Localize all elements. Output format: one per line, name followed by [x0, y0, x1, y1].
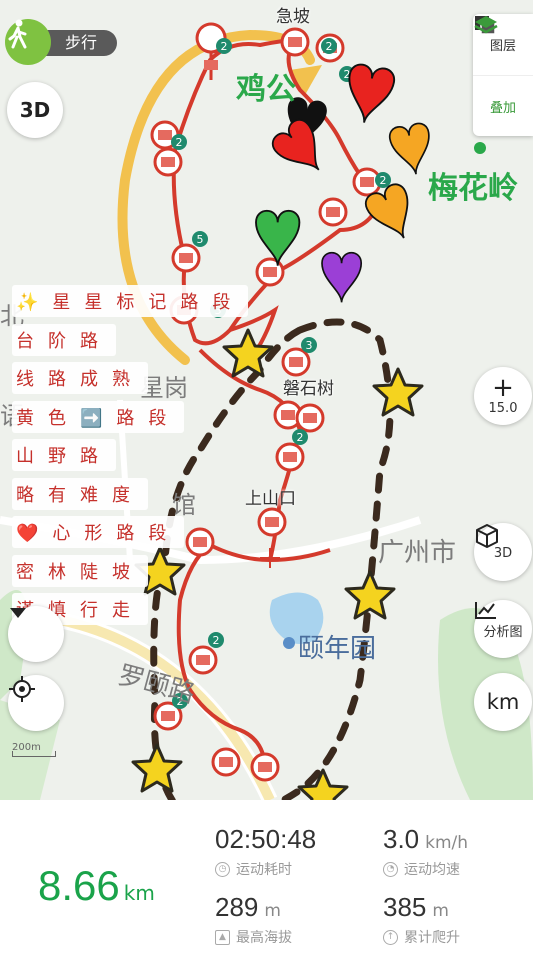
legend-item: ✨星星标记路段	[12, 285, 249, 318]
legend-item: 台阶路	[12, 323, 116, 356]
photo-pin[interactable]	[275, 442, 305, 472]
svg-text:2: 2	[221, 40, 228, 53]
legend-item: 山野路	[12, 439, 116, 472]
poi-icon	[283, 637, 295, 649]
climb-value: 385	[383, 892, 427, 922]
chart-icon	[475, 602, 496, 619]
svg-text:2: 2	[380, 174, 387, 187]
map-view[interactable]: 2 2 2 2 2 5 3 3 2 2 2 急坡	[0, 0, 533, 800]
heart-green	[255, 209, 301, 266]
altitude-value: 289	[215, 892, 259, 922]
chevron-down-icon	[10, 608, 26, 618]
altitude-label: 最高海拔	[236, 930, 292, 946]
photo-pin[interactable]	[171, 243, 201, 273]
star-marker	[344, 570, 396, 620]
pin-count-badge: 2	[171, 134, 187, 150]
zoom-plus-icon: +	[492, 372, 514, 403]
overlay-button[interactable]: 叠加	[473, 16, 533, 136]
zoom-level-control[interactable]: + 15.0	[474, 367, 532, 425]
speed-label: 运动均速	[404, 862, 460, 878]
pin-count-badge: 2	[292, 429, 308, 445]
speedometer-icon: ◔	[383, 861, 398, 877]
distance-stat: 8.66 km	[38, 862, 155, 910]
pin-count-badge: 5	[192, 231, 208, 247]
duration-value: 02:50:48	[215, 824, 317, 854]
view-3d-button[interactable]: 3D	[474, 523, 532, 581]
photo-pin[interactable]	[295, 403, 325, 433]
layers-label: 图层	[489, 39, 516, 54]
altitude-stat: 289 m ▲ 最高海拔	[215, 892, 292, 947]
pin-count-badge: 2	[375, 172, 391, 188]
legend-item: 黄色➡️路段	[12, 400, 185, 433]
map-scale: 200m	[12, 742, 56, 757]
photo-pin[interactable]	[318, 197, 348, 227]
pin-count-badge: 3	[301, 337, 317, 353]
locate-button[interactable]	[8, 675, 64, 731]
heart-red	[271, 118, 320, 171]
legend-item: 密林陡坡	[12, 554, 148, 587]
svg-text:3: 3	[306, 339, 313, 352]
star-marker	[131, 743, 183, 793]
analysis-button[interactable]: 分析图	[474, 600, 532, 658]
photo-pin[interactable]	[153, 147, 183, 177]
unit-toggle-button[interactable]: km	[474, 673, 532, 731]
svg-text:2: 2	[213, 634, 220, 647]
speed-value: 3.0	[383, 824, 420, 854]
scale-label: 200m	[12, 742, 41, 753]
layer-panel: 图层 叠加	[473, 14, 533, 136]
climb-unit: m	[432, 901, 449, 921]
svg-text:5: 5	[197, 233, 204, 246]
locate-icon	[9, 676, 35, 702]
clock-icon: ◷	[215, 861, 230, 877]
pin-count-badge: 2	[321, 38, 337, 54]
place-label-meihualing: 梅花岭	[428, 171, 518, 206]
mountain-icon: ▲	[215, 929, 230, 945]
photo-pin[interactable]	[281, 347, 311, 377]
duration-label: 运动耗时	[236, 862, 292, 878]
zoom-level: 15.0	[488, 400, 518, 416]
heart-red	[348, 63, 395, 123]
place-label-guangzhoushi: 广州市	[378, 538, 457, 568]
stats-panel: 8.66 km 02:50:48 ◷ 运动耗时 3.0 km/h ◔ 运动均速 289 m…	[0, 800, 533, 962]
analysis-label: 分析图	[483, 624, 523, 640]
three-d-icon: 3D	[19, 98, 51, 122]
legend-item: ❤️心形路段	[12, 516, 185, 549]
place-label-panshishu: 磐石树	[283, 379, 334, 399]
climb-stat: 385 m ↑ 累计爬升	[383, 892, 460, 947]
legend-item: 略有难度	[12, 477, 148, 510]
pin-count-badge: 2	[216, 38, 232, 54]
star-marker	[372, 367, 424, 417]
walk-icon[interactable]	[5, 19, 51, 65]
altitude-unit: m	[264, 901, 281, 921]
svg-text:2: 2	[297, 431, 304, 444]
pin-count-badge: 2	[208, 632, 224, 648]
climb-label: 累计爬升	[404, 930, 460, 946]
photo-pin[interactable]	[250, 752, 280, 782]
overlay-icon	[474, 16, 498, 34]
photo-pin[interactable]	[188, 645, 218, 675]
legend-item: 线路成熟	[12, 362, 148, 395]
arrow-up-icon: ↑	[383, 929, 398, 945]
walk-mode-control[interactable]: 步行	[5, 19, 117, 65]
poi-icon	[474, 142, 486, 154]
svg-text:2: 2	[326, 40, 333, 53]
place-label-yinianyuan: 颐年园	[298, 634, 377, 664]
speed-stat: 3.0 km/h ◔ 运动均速	[383, 824, 468, 879]
three-d-toggle-button[interactable]: 3D	[7, 82, 63, 138]
distance-value: 8.66	[38, 862, 120, 909]
cube-icon	[476, 524, 498, 548]
duration-stat: 02:50:48 ◷ 运动耗时	[215, 824, 316, 879]
place-label-jipo: 急坡	[276, 7, 310, 27]
collapse-button[interactable]	[8, 606, 64, 662]
place-label-jigong: 鸡公	[236, 72, 296, 107]
photo-pin[interactable]	[280, 27, 310, 57]
distance-unit: km	[123, 881, 155, 905]
speed-unit: km/h	[425, 833, 469, 853]
photo-pin[interactable]	[211, 747, 241, 777]
route-legend: ✨星星标记路段 台阶路 线路成熟 黄色➡️路段 山野路 略有难度 ❤️心形路段 …	[12, 282, 274, 629]
overlay-label: 叠加	[489, 100, 516, 116]
svg-text:2: 2	[176, 136, 183, 149]
heart-purple	[321, 251, 363, 303]
unit-toggle-label: km	[486, 690, 520, 714]
